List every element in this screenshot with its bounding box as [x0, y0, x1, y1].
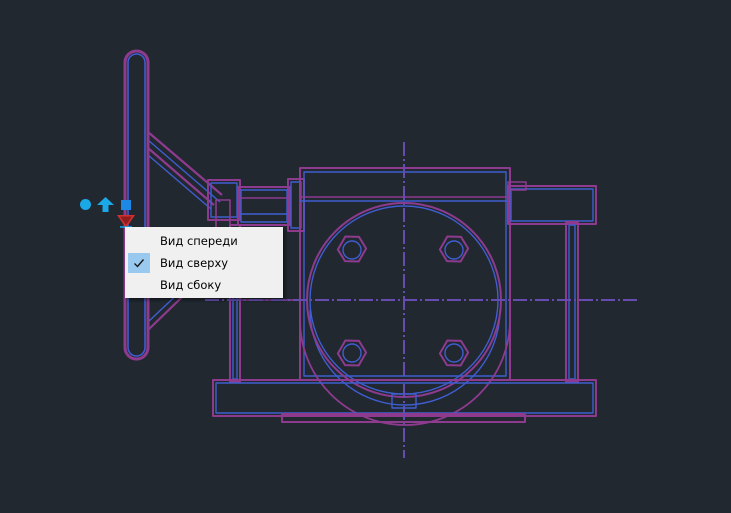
menu-item-label: Вид сверху — [160, 256, 229, 270]
right-flange — [507, 181, 597, 383]
checkmark-icon — [128, 253, 150, 273]
arrow-up-grip-icon[interactable] — [97, 197, 114, 212]
drawing-canvas[interactable]: Вид спереди Вид сверху Вид сбоку — [0, 0, 731, 513]
shaft — [237, 186, 291, 226]
cad-drawing[interactable] — [0, 0, 731, 513]
menu-item-side-view[interactable]: Вид сбоку — [125, 274, 283, 296]
menu-item-top-view[interactable]: Вид сверху — [125, 252, 283, 274]
circle-grip-icon[interactable] — [80, 199, 91, 210]
menu-item-label: Вид спереди — [160, 234, 238, 248]
menu-item-front-view[interactable]: Вид спереди — [125, 230, 283, 252]
menu-item-label: Вид сбоку — [160, 278, 222, 292]
collar — [287, 178, 305, 232]
view-context-menu: Вид спереди Вид сверху Вид сбоку — [125, 227, 283, 298]
square-grip-icon[interactable] — [121, 200, 131, 210]
